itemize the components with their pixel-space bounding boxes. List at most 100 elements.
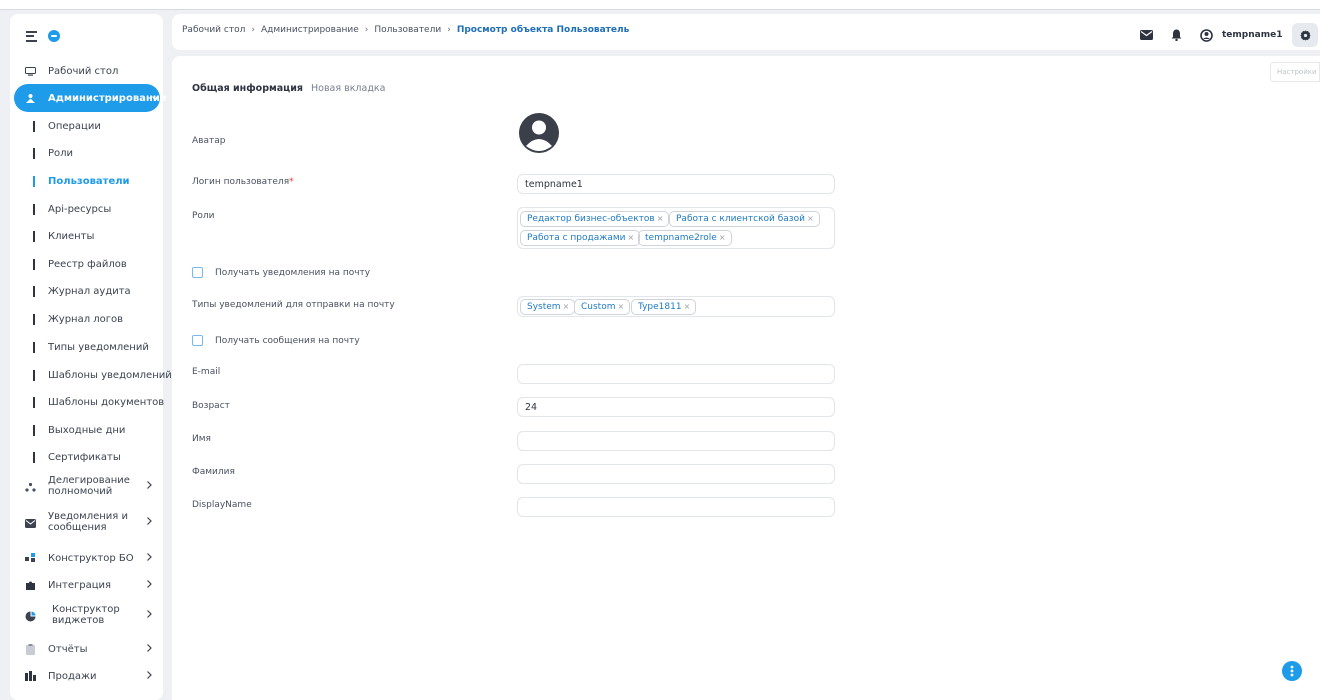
role-chip[interactable]: tempname2role × (638, 230, 732, 246)
breadcrumb-item-desktop[interactable]: Рабочий стол (182, 25, 245, 35)
sidebar-subitem-holidays[interactable]: Выходные дни (10, 424, 163, 438)
sidebar-item-label: Уведомления и сообщения (48, 511, 128, 533)
close-icon[interactable]: × (617, 302, 624, 311)
close-icon[interactable]: × (807, 214, 814, 223)
breadcrumb-separator: › (447, 25, 451, 35)
sidebar-item-sales[interactable]: Продажи (10, 669, 163, 683)
chevron-down-icon (152, 93, 159, 104)
subitem-label: Типы уведомлений (48, 342, 149, 353)
age-field[interactable]: 24 (517, 397, 835, 417)
sidebar-subitem-clients[interactable]: Клиенты (10, 230, 163, 244)
sidebar-subitem-operations[interactable]: Операции (10, 120, 163, 134)
tab-general-info[interactable]: Общая информация (192, 83, 303, 94)
sidebar-subitem-document-templates[interactable]: Шаблоны документов (10, 396, 165, 410)
subitem-marker (33, 204, 35, 215)
role-chip[interactable]: Работа с клиентской базой × (669, 211, 820, 227)
email-field[interactable] (517, 364, 835, 384)
avatar-label: Аватар (192, 136, 226, 146)
role-chip[interactable]: Работа с продажами × (520, 230, 641, 246)
sidebar-subitem-log-journal[interactable]: Журнал логов (10, 313, 163, 327)
notification-type-chip[interactable]: Custom × (574, 299, 631, 315)
chip-label: Работа с продажами (527, 233, 626, 243)
first-name-field[interactable] (517, 431, 835, 451)
breadcrumb-item-administration[interactable]: Администрирование (261, 25, 359, 35)
clipboard-icon (24, 643, 36, 655)
breadcrumb-separator: › (364, 25, 369, 35)
login-label-text: Логин пользователя (192, 177, 290, 187)
notification-types-label: Типы уведомлений для отправки на почту (192, 300, 395, 310)
label-line: Делегирование (48, 475, 130, 486)
window-top-strip (0, 0, 1320, 10)
sidebar-subitem-audit-log[interactable]: Журнал аудита (10, 285, 163, 299)
gear-icon (1300, 26, 1311, 45)
close-icon[interactable]: × (719, 233, 726, 242)
puzzle-icon (24, 579, 36, 591)
roles-label: Роли (192, 211, 215, 221)
sidebar-item-administration[interactable]: Администрирование (14, 84, 167, 112)
sidebar-item-widget-constructor[interactable]: Конструктор виджетов (10, 603, 163, 629)
roles-multiselect[interactable]: Редактор бизнес-объектов × Работа с клиен… (517, 207, 835, 249)
user-avatar-icon (519, 113, 559, 153)
sidebar-subitem-file-registry[interactable]: Реестр файлов (10, 258, 163, 272)
sidebar-subitem-notification-types[interactable]: Типы уведомлений (10, 341, 163, 355)
label-line: виджетов (52, 615, 105, 626)
notification-types-multiselect[interactable]: System × Custom × Type1811 × (517, 296, 835, 317)
top-header: Рабочий стол › Администрирование › Польз… (172, 14, 1320, 50)
receive-notifications-checkbox-row[interactable]: Получать уведомления на почту (192, 267, 370, 278)
subitem-label: Шаблоны уведомлений (48, 370, 172, 381)
sidebar-subitem-roles[interactable]: Роли (10, 147, 163, 161)
sidebar-item-delegation[interactable]: Делегирование полномочий (10, 474, 163, 500)
sidebar-item-desktop[interactable]: Рабочий стол (10, 64, 163, 78)
bell-icon[interactable] (1168, 27, 1184, 43)
login-input[interactable]: tempname1 (517, 174, 835, 194)
mail-icon[interactable] (1138, 27, 1154, 43)
display-name-field[interactable] (517, 497, 835, 517)
sidebar-item-label: Продажи (48, 670, 97, 682)
menu-icon[interactable] (26, 30, 38, 42)
notification-type-chip[interactable]: System × (520, 299, 576, 315)
chevron-right-icon (147, 610, 152, 621)
subitem-marker (33, 259, 35, 270)
main-panel: Настройки Общая информация Новая вкладка… (172, 56, 1320, 700)
sidebar-subitem-certificates[interactable]: Сертификаты (10, 451, 163, 465)
breadcrumb-item-users[interactable]: Пользователи (374, 25, 441, 35)
subitem-label: Сертификаты (48, 452, 121, 463)
sidebar-item-reports[interactable]: Отчёты (10, 642, 163, 656)
sidebar-subitem-api-resources[interactable]: Api-ресурсы (10, 203, 163, 217)
avatar[interactable] (518, 112, 560, 154)
last-name-label: Фамилия (192, 467, 235, 477)
receive-notifications-checkbox[interactable] (192, 267, 203, 278)
chip-label: Custom (581, 302, 616, 312)
settings-button[interactable] (1292, 23, 1319, 47)
notification-type-chip[interactable]: Type1811 × (631, 299, 697, 315)
close-icon[interactable]: × (657, 214, 664, 223)
subitem-marker (33, 148, 35, 159)
user-circle-icon[interactable] (1198, 27, 1214, 43)
sidebar-item-bo-constructor[interactable]: Конструктор БО (10, 551, 163, 565)
sidebar-subitem-notification-templates[interactable]: Шаблоны уведомлений (10, 369, 172, 383)
subitem-label: Api-ресурсы (48, 204, 112, 215)
mail-icon (24, 517, 36, 529)
chip-label: Редактор бизнес-объектов (527, 214, 655, 224)
logo-icon[interactable] (48, 30, 60, 42)
sidebar-subitem-users[interactable]: Пользователи (10, 175, 163, 189)
subitem-marker (33, 286, 35, 297)
more-actions-button[interactable] (1282, 661, 1302, 681)
receive-messages-checkbox-row[interactable]: Получать сообщения на почту (192, 335, 360, 346)
sidebar: Рабочий стол Администрирование Операции … (10, 14, 172, 700)
subitem-marker (33, 425, 35, 436)
username[interactable]: tempname1 (1222, 30, 1282, 40)
tab-new[interactable]: Новая вкладка (311, 83, 385, 94)
role-chip[interactable]: Редактор бизнес-объектов × (520, 211, 670, 227)
subitem-label: Шаблоны документов (48, 397, 165, 408)
close-icon[interactable]: × (684, 302, 691, 311)
last-name-field[interactable] (517, 464, 835, 484)
constructor-icon (24, 552, 36, 564)
receive-messages-checkbox[interactable] (192, 335, 203, 346)
sidebar-item-integration[interactable]: Интеграция (10, 578, 163, 592)
page-settings-button[interactable]: Настройки (1270, 62, 1320, 82)
close-icon[interactable]: × (628, 233, 635, 242)
chip-label: System (527, 302, 561, 312)
sidebar-item-notifications[interactable]: Уведомления и сообщения (10, 510, 163, 536)
close-icon[interactable]: × (563, 302, 570, 311)
